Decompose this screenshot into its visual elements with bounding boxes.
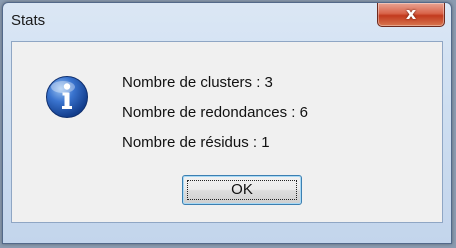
residues-count-text: Nombre de résidus : 1 [122,134,270,151]
dialog-content: Nombre de clusters : 3 Nombre de redonda… [11,41,443,223]
ok-button-label: OK [231,181,253,198]
window-title: Stats [11,12,46,29]
close-icon: x [405,4,417,23]
clusters-count-text: Nombre de clusters : 3 [122,74,273,91]
close-button[interactable]: x [377,3,445,27]
information-icon [46,76,88,118]
redundancies-count-text: Nombre de redondances : 6 [122,104,308,121]
ok-button[interactable]: OK [182,175,302,205]
stats-dialog: Stats x Nombre de clusters : 3 Nombre de… [2,2,452,244]
title-bar[interactable]: Stats x [3,3,451,39]
